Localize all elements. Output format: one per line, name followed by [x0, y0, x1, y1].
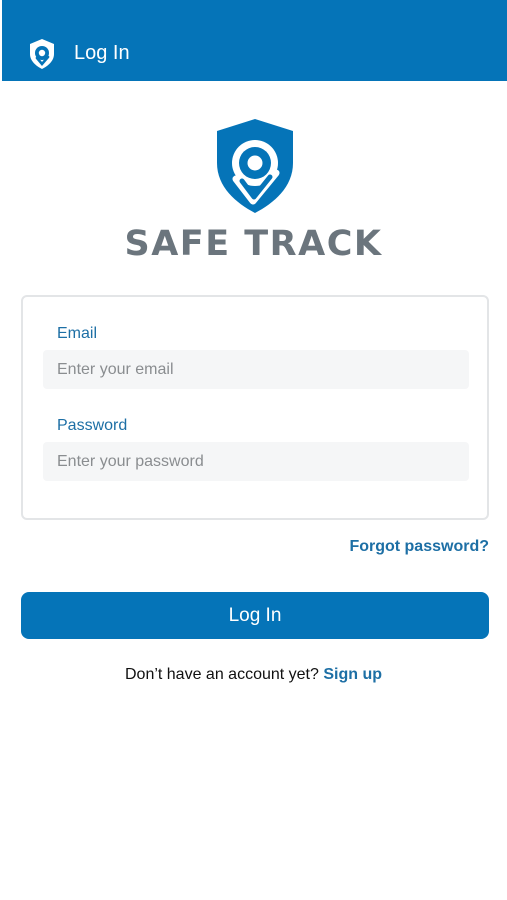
password-label: Password [57, 417, 128, 434]
login-button[interactable]: Log In [21, 592, 489, 639]
brand-name: SAFE TRACK [124, 224, 383, 264]
login-form: Email Password [21, 295, 489, 520]
signup-link[interactable]: Sign up [323, 666, 382, 683]
header-title: Log In [74, 42, 130, 64]
app-bar: Log In [2, 0, 507, 81]
login-screen: Log In SAFE TRACK Email Password Forgot … [0, 0, 507, 900]
signup-row: Don’t have an account yet? Sign up [0, 666, 507, 684]
email-field[interactable] [43, 350, 469, 389]
password-field[interactable] [43, 442, 469, 481]
signup-prompt: Don’t have an account yet? [124, 666, 319, 683]
shield-pin-icon [30, 39, 54, 69]
forgot-password-link[interactable]: Forgot password? [349, 538, 489, 556]
email-label: Email [57, 325, 98, 342]
safetrack-logo-icon [217, 119, 293, 213]
